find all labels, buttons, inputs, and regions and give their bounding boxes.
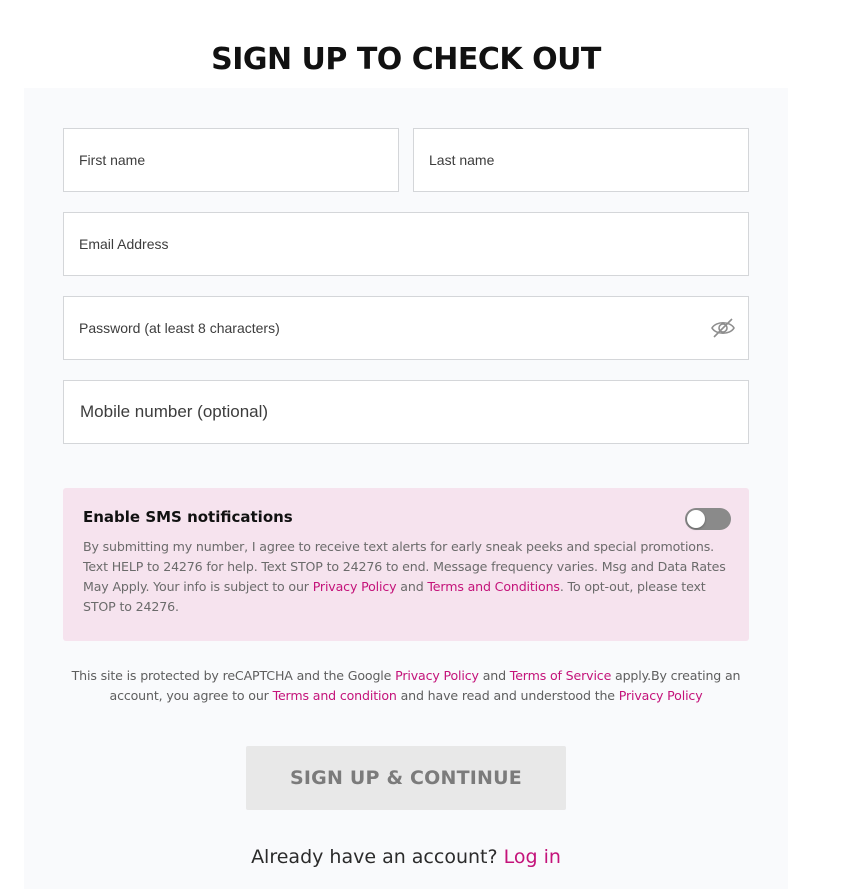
sms-privacy-policy-link[interactable]: Privacy Policy [313,579,397,594]
terms-and-condition-link[interactable]: Terms and condition [273,688,397,703]
log-in-link[interactable]: Log in [504,846,561,868]
notice-text: and [478,668,510,683]
sms-disclaimer: By submitting my number, I agree to rece… [83,537,729,617]
last-name-input[interactable] [414,129,748,191]
google-privacy-policy-link[interactable]: Privacy Policy [395,668,479,683]
first-name-field[interactable] [63,128,399,192]
email-input[interactable] [64,213,748,275]
email-field[interactable] [63,212,749,276]
last-name-field[interactable] [413,128,749,192]
password-field[interactable] [63,296,749,360]
recaptcha-notice: This site is protected by reCAPTCHA and … [50,666,762,706]
terms-of-service-link[interactable]: Terms of Service [510,668,612,683]
first-name-input[interactable] [64,129,398,191]
sms-terms-link[interactable]: Terms and Conditions [427,579,560,594]
sms-text: and [396,579,428,594]
login-prompt-text: Already have an account? [251,846,504,868]
sms-toggle[interactable] [685,508,731,530]
sms-title: Enable SMS notifications [83,508,293,526]
privacy-policy-link[interactable]: Privacy Policy [619,688,703,703]
sms-notification-box: Enable SMS notifications By submitting m… [63,488,749,641]
toggle-knob [687,510,705,528]
eye-slash-icon[interactable] [710,316,736,340]
mobile-field[interactable] [63,380,749,444]
mobile-input[interactable] [64,381,748,443]
login-prompt: Already have an account? Log in [0,846,812,868]
notice-text: and have read and understood the [396,688,619,703]
password-input[interactable] [64,297,748,359]
notice-text: This site is protected by reCAPTCHA and … [71,668,396,683]
sign-up-continue-button[interactable]: SIGN UP & CONTINUE [246,746,566,810]
page-title: SIGN UP TO CHECK OUT [211,42,601,78]
